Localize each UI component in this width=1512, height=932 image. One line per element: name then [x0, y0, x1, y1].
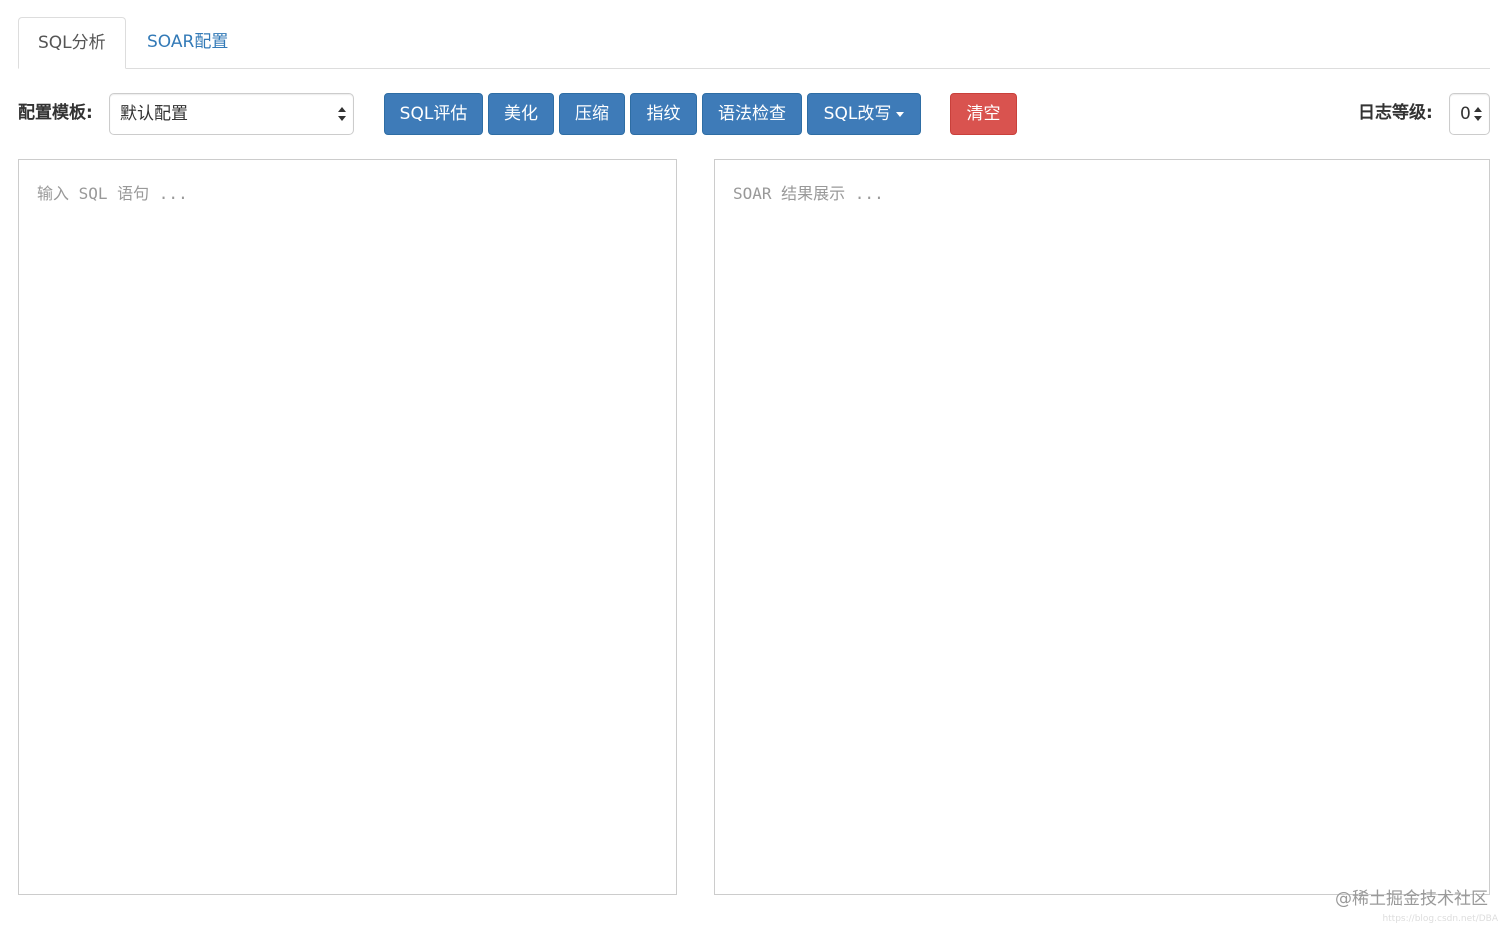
sql-input-placeholder: 输入 SQL 语句 ...	[37, 184, 188, 203]
fingerprint-button[interactable]: 指纹	[630, 93, 697, 135]
soar-result-placeholder: SOAR 结果展示 ...	[733, 184, 884, 203]
sql-input-textarea[interactable]: 输入 SQL 语句 ...	[18, 159, 677, 895]
tab-soar-config[interactable]: SOAR配置	[128, 17, 247, 69]
rewrite-button-label: SQL改写	[823, 104, 892, 124]
tab-sql-analysis[interactable]: SQL分析	[18, 17, 126, 69]
watermark-url: https://blog.csdn.net/DBA	[1382, 914, 1498, 924]
template-select-value: 默认配置	[120, 104, 188, 124]
soar-result-textarea[interactable]: SOAR 结果展示 ...	[714, 159, 1490, 895]
rewrite-dropdown-button[interactable]: SQL改写	[807, 93, 921, 135]
watermark: @稀土掘金技术社区	[1335, 889, 1488, 909]
select-arrows-icon	[1474, 107, 1482, 121]
caret-down-icon	[896, 111, 905, 117]
tab-bar: SQL分析 SOAR配置	[18, 17, 1490, 69]
log-level-label: 日志等级:	[1358, 103, 1433, 123]
template-select[interactable]: 默认配置	[109, 93, 354, 135]
compress-button[interactable]: 压缩	[559, 93, 625, 135]
clear-button[interactable]: 清空	[950, 93, 1017, 135]
log-level-select[interactable]: 0	[1449, 93, 1490, 135]
select-arrows-icon	[338, 107, 346, 121]
template-label: 配置模板:	[18, 103, 93, 123]
beautify-button[interactable]: 美化	[488, 93, 554, 135]
evaluate-button[interactable]: SQL评估	[384, 93, 483, 135]
log-level-value: 0	[1460, 104, 1471, 124]
syntax-check-button[interactable]: 语法检查	[702, 93, 802, 135]
